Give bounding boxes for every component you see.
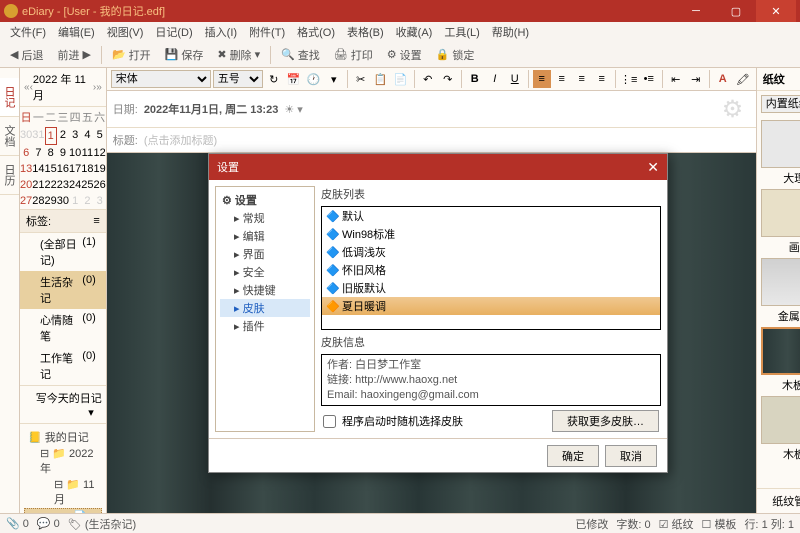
dialog-body: ⚙ 设置 ▸ 常规 ▸ 编辑 ▸ 界面 ▸ 安全 ▸ 快捷键 ▸ 皮肤 ▸ 插件…: [209, 180, 667, 438]
dialog-title: 设置: [217, 159, 239, 175]
skin-info-box: 作者: 白日梦工作室 链接: http://www.haoxg.net Emai…: [321, 354, 661, 406]
skin-list[interactable]: 🔷默认 🔷Win98标准 🔷低调浅灰 🔷怀旧风格 🔷旧版默认 🔶夏日暖调: [321, 206, 661, 330]
skin-list-label: 皮肤列表: [321, 186, 661, 202]
skin-default[interactable]: 🔷默认: [322, 207, 660, 225]
skin-lightgray[interactable]: 🔷低调浅灰: [322, 243, 660, 261]
dialog-footer: 确定 取消: [209, 438, 667, 472]
skin-win98[interactable]: 🔷Win98标准: [322, 225, 660, 243]
skin-info-label: 皮肤信息: [321, 334, 661, 350]
settings-tree-plugin[interactable]: ▸ 插件: [220, 317, 310, 335]
settings-tree-root[interactable]: ⚙ 设置: [220, 191, 310, 209]
settings-tree-skin[interactable]: ▸ 皮肤: [220, 299, 310, 317]
settings-tree-ui[interactable]: ▸ 界面: [220, 245, 310, 263]
skin-retro[interactable]: 🔷怀旧风格: [322, 261, 660, 279]
ok-button[interactable]: 确定: [547, 445, 599, 467]
settings-tree[interactable]: ⚙ 设置 ▸ 常规 ▸ 编辑 ▸ 界面 ▸ 安全 ▸ 快捷键 ▸ 皮肤 ▸ 插件: [215, 186, 315, 432]
random-skin-label: 程序启动时随机选择皮肤: [342, 413, 463, 429]
settings-dialog: 设置 ✕ ⚙ 设置 ▸ 常规 ▸ 编辑 ▸ 界面 ▸ 安全 ▸ 快捷键 ▸ 皮肤…: [208, 153, 668, 473]
more-skins-button[interactable]: 获取更多皮肤…: [552, 410, 659, 432]
random-skin-checkbox[interactable]: [323, 415, 336, 428]
dialog-overlay: 设置 ✕ ⚙ 设置 ▸ 常规 ▸ 编辑 ▸ 界面 ▸ 安全 ▸ 快捷键 ▸ 皮肤…: [0, 0, 800, 533]
settings-content: 皮肤列表 🔷默认 🔷Win98标准 🔷低调浅灰 🔷怀旧风格 🔷旧版默认 🔶夏日暖…: [321, 186, 661, 432]
settings-tree-general[interactable]: ▸ 常规: [220, 209, 310, 227]
cancel-button[interactable]: 取消: [605, 445, 657, 467]
dialog-titlebar: 设置 ✕: [209, 154, 667, 180]
dialog-close-icon[interactable]: ✕: [647, 159, 659, 176]
dialog-options-row: 程序启动时随机选择皮肤 获取更多皮肤…: [321, 410, 661, 432]
skin-olddefault[interactable]: 🔷旧版默认: [322, 279, 660, 297]
settings-tree-security[interactable]: ▸ 安全: [220, 263, 310, 281]
settings-tree-edit[interactable]: ▸ 编辑: [220, 227, 310, 245]
settings-tree-hotkey[interactable]: ▸ 快捷键: [220, 281, 310, 299]
skin-summer[interactable]: 🔶夏日暖调: [322, 297, 660, 315]
